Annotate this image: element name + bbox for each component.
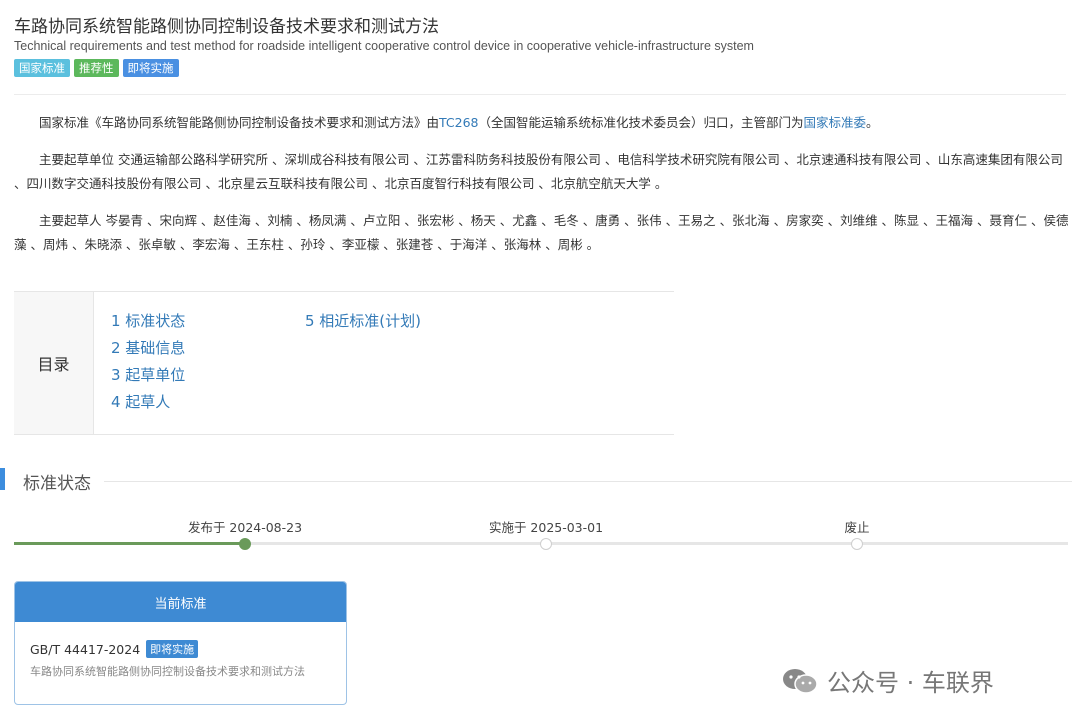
divider — [14, 94, 1066, 95]
section-title-status: 标准状态 — [23, 474, 91, 494]
intro-text: （全国智能运输系统标准化技术委员会）归口，主管部门为 — [478, 115, 804, 130]
card-description: 车路协同系统智能路侧协同控制设备技术要求和测试方法 — [30, 665, 305, 678]
timeline-progress — [14, 542, 245, 545]
timeline-label-published: 发布于 2024-08-23 — [187, 520, 303, 535]
intro-text: 。 — [866, 115, 879, 130]
card-header: 当前标准 — [15, 582, 346, 622]
badge-recommended: 推荐性 — [74, 59, 119, 77]
watermark: 公众号 · 车联界 — [781, 663, 994, 698]
table-of-contents: 目录 1 标准状态 2 基础信息 3 起草单位 4 起草人 5 相近标准(计划) — [14, 291, 674, 435]
timeline-label-implemented: 实施于 2025-03-01 — [488, 520, 604, 535]
watermark-text: 公众号 · 车联界 — [827, 669, 994, 697]
timeline-dot-published — [239, 538, 251, 550]
card-code-row: GB/T 44417-2024 即将实施 — [30, 640, 199, 658]
toc-item-similar-standards[interactable]: 5 相近标准(计划) — [305, 310, 421, 331]
drafters-paragraph: 主要起草人 岑晏青 、宋向辉 、赵佳海 、刘楠 、杨凤满 、卢立阳 、张宏彬 、… — [14, 213, 1069, 252]
section-accent-bar — [0, 468, 5, 490]
tc268-link[interactable]: TC268 — [439, 115, 479, 130]
badge-group: 国家标准 推荐性 即将实施 — [14, 59, 179, 77]
standard-code: GB/T 44417-2024 — [30, 641, 141, 657]
toc-item-drafters[interactable]: 4 起草人 — [111, 391, 170, 412]
sac-link[interactable]: 国家标准委 — [804, 115, 867, 130]
timeline-label-abolished: 废止 — [844, 520, 870, 535]
page-subtitle: Technical requirements and test method f… — [14, 39, 754, 53]
wechat-icon — [781, 667, 819, 695]
toc-item-status[interactable]: 1 标准状态 — [111, 310, 185, 331]
intro-paragraph-1: 国家标准《车路协同系统智能路侧协同控制设备技术要求和测试方法》由TC268（全国… — [14, 111, 1072, 135]
page-title: 车路协同系统智能路侧协同控制设备技术要求和测试方法 — [14, 17, 439, 37]
intro-text: 国家标准《车路协同系统智能路侧协同控制设备技术要求和测试方法》由 — [39, 115, 440, 130]
badge-upcoming: 即将实施 — [122, 59, 179, 77]
current-standard-card[interactable]: 当前标准 GB/T 44417-2024 即将实施 车路协同系统智能路侧协同控制… — [14, 581, 347, 705]
section-divider — [104, 481, 1072, 482]
timeline-dot-abolished — [851, 538, 863, 550]
card-status-badge: 即将实施 — [146, 640, 199, 658]
toc-item-basic-info[interactable]: 2 基础信息 — [111, 337, 185, 358]
toc-label: 目录 — [14, 292, 94, 434]
toc-item-drafting-units[interactable]: 3 起草单位 — [111, 364, 185, 385]
badge-national-standard: 国家标准 — [14, 59, 70, 77]
drafting-units-paragraph: 主要起草单位 交通运输部公路科学研究所 、深圳成谷科技有限公司 、江苏雷科防务科… — [14, 152, 1063, 191]
timeline-dot-implemented — [540, 538, 552, 550]
